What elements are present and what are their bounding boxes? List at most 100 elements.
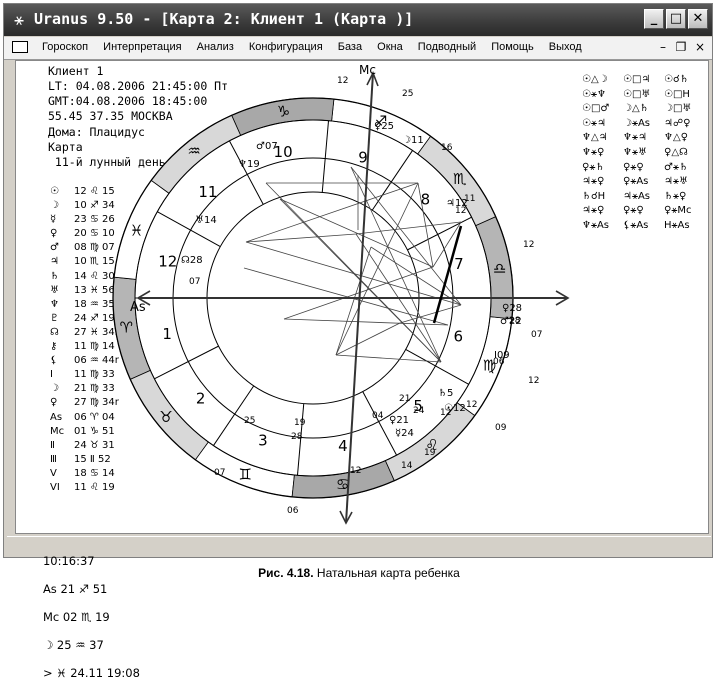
document-icon[interactable] xyxy=(12,41,28,53)
house-number: 3 xyxy=(258,431,268,449)
house-cusp-line xyxy=(154,345,219,380)
zodiac-sign-glyph: ♑ xyxy=(277,102,290,120)
house-number: 12 xyxy=(158,252,177,270)
menu-windows[interactable]: Окна xyxy=(377,41,403,53)
planet-mark: ♅14 xyxy=(195,215,217,226)
minimize-button[interactable]: _ xyxy=(644,9,664,29)
natal-wheel[interactable]: Mc As ♈♉♊♋♌♍♎♏♐♑♒♓ 123 456789101112 12251… xyxy=(16,61,709,534)
mdi-restore-icon[interactable]: ❐ xyxy=(674,40,688,54)
degree-label: 04 xyxy=(372,411,384,421)
aspect-line xyxy=(283,318,449,326)
planet-mark: ☽11 xyxy=(402,135,424,146)
planet-mark: ☉12 xyxy=(444,403,466,414)
aspect-line xyxy=(335,354,442,363)
house-number: 11 xyxy=(198,183,217,201)
house-number: 2 xyxy=(196,389,206,407)
degree-labels: 1225161211122807061204141928072506121921… xyxy=(189,76,542,516)
chart-document: Клиент 1 LT: 04.08.2006 21:45:00 Пт GMT:… xyxy=(15,60,709,534)
degree-label: 19 xyxy=(294,418,306,428)
aspect-line xyxy=(335,246,372,356)
zodiac-sign-glyph: ♋ xyxy=(336,476,349,494)
degree-label: 12 xyxy=(350,466,361,476)
menu-analysis[interactable]: Анализ xyxy=(197,41,234,53)
house-number: 4 xyxy=(338,437,348,455)
zodiac-sign-glyph: ♊ xyxy=(239,465,252,483)
house-cusp-line xyxy=(407,216,472,251)
status-mc: Mc 02 ♏ 19 xyxy=(42,610,110,624)
planet-mark: ♀25 xyxy=(374,121,394,132)
menu-help[interactable]: Помощь xyxy=(491,41,534,53)
close-button[interactable]: ✕ xyxy=(688,9,708,29)
as-label: As xyxy=(130,300,146,315)
aspect-line xyxy=(355,221,462,235)
degree-label: 19 xyxy=(424,448,436,458)
aspect-line xyxy=(245,182,419,243)
zodiac-sign-glyph: ♓ xyxy=(130,221,143,239)
degree-label: 24 xyxy=(413,406,425,416)
planet-mark: ♆19 xyxy=(238,159,260,170)
zodiac-sign-glyph: ♎ xyxy=(493,259,506,277)
menu-items: Гороскоп Интерпретация Анализ Конфигурац… xyxy=(42,41,594,53)
title-bar: ⚹ Uranus 9.50 - [Карта 2: Клиент 1 (Карт… xyxy=(4,4,712,36)
degree-label: 09 xyxy=(495,423,507,433)
degree-label: 25 xyxy=(244,416,255,426)
app-icon[interactable]: ⚹ xyxy=(10,11,28,29)
house-number: 9 xyxy=(358,149,368,167)
planet-mark: ☿24 xyxy=(395,428,414,439)
zodiac-sign-glyph: ♉ xyxy=(159,408,172,426)
status-next-event: > ♓ 24.11 19:08 xyxy=(42,666,140,680)
mdi-minimize-icon[interactable]: – xyxy=(656,40,670,54)
planet-mark: Ⅰ09 xyxy=(494,350,510,361)
house-number: 6 xyxy=(453,328,463,346)
planet-mark: ♂22 xyxy=(500,316,522,327)
degree-label: 12 xyxy=(466,400,477,410)
house-number: 1 xyxy=(162,325,172,343)
planet-mark: ♀21 xyxy=(389,415,409,426)
status-as: As 21 ♐ 51 xyxy=(42,582,108,596)
degree-label: 25 xyxy=(402,89,413,99)
zodiac-sign-glyph: ♈ xyxy=(120,319,133,337)
house-number: 8 xyxy=(421,191,431,209)
highlight-aspect-line xyxy=(432,225,463,324)
app-window: ⚹ Uranus 9.50 - [Карта 2: Клиент 1 (Карт… xyxy=(3,3,713,680)
house-number: 7 xyxy=(454,255,464,273)
aspect-line xyxy=(245,233,357,243)
planet-mark: ☊28 xyxy=(181,255,203,266)
degree-label: 06 xyxy=(287,506,299,516)
menu-horoscope[interactable]: Гороскоп xyxy=(42,41,88,53)
degree-label: 12 xyxy=(337,76,348,86)
house-cusp-line xyxy=(321,120,330,193)
planet-mark: ♀28 xyxy=(502,303,522,314)
aspect-line xyxy=(335,322,401,356)
planet-mark: ♃12 xyxy=(446,198,468,209)
menu-configuration[interactable]: Конфигурация xyxy=(249,41,323,53)
menu-interpretation[interactable]: Интерпретация xyxy=(103,41,181,53)
status-bar: 10:16:37 As 21 ♐ 51 Mc 02 ♏ 19 ☽ 25 ♒ 37… xyxy=(7,536,711,680)
degree-label: 21 xyxy=(399,394,410,404)
zodiac-sign-glyph: ♏ xyxy=(453,170,467,188)
status-moon: ☽ 25 ♒ 37 xyxy=(42,638,104,652)
planet-mark: ♂07 xyxy=(256,141,278,152)
degree-label: 16 xyxy=(441,143,453,153)
menu-bar: Гороскоп Интерпретация Анализ Конфигурац… xyxy=(4,37,712,60)
figure-caption: Рис. 4.18. Натальная карта ребенка xyxy=(0,566,718,580)
degree-label: 12 xyxy=(528,376,539,386)
aspect-line xyxy=(245,241,462,306)
menu-exit[interactable]: Выход xyxy=(549,41,582,53)
degree-label: 07 xyxy=(531,330,542,340)
caption-text: Натальная карта ребенка xyxy=(316,566,460,580)
degree-label: 12 xyxy=(523,240,534,250)
maximize-button[interactable]: □ xyxy=(666,9,686,29)
mdi-close-icon[interactable]: × xyxy=(693,40,707,54)
degree-label: 07 xyxy=(214,468,225,478)
menu-underwater[interactable]: Подводный xyxy=(418,41,476,53)
menu-database[interactable]: База xyxy=(338,41,362,53)
degree-label: 28 xyxy=(291,432,303,442)
degree-label: 14 xyxy=(401,461,413,471)
aspect-line xyxy=(279,198,434,268)
zodiac-sign-glyph: ♒ xyxy=(187,142,200,160)
caption-label: Рис. 4.18. xyxy=(258,566,314,580)
planet-mark: ♄5 xyxy=(438,388,453,399)
degree-label: 07 xyxy=(189,277,200,287)
mc-label: Mc xyxy=(359,63,376,77)
